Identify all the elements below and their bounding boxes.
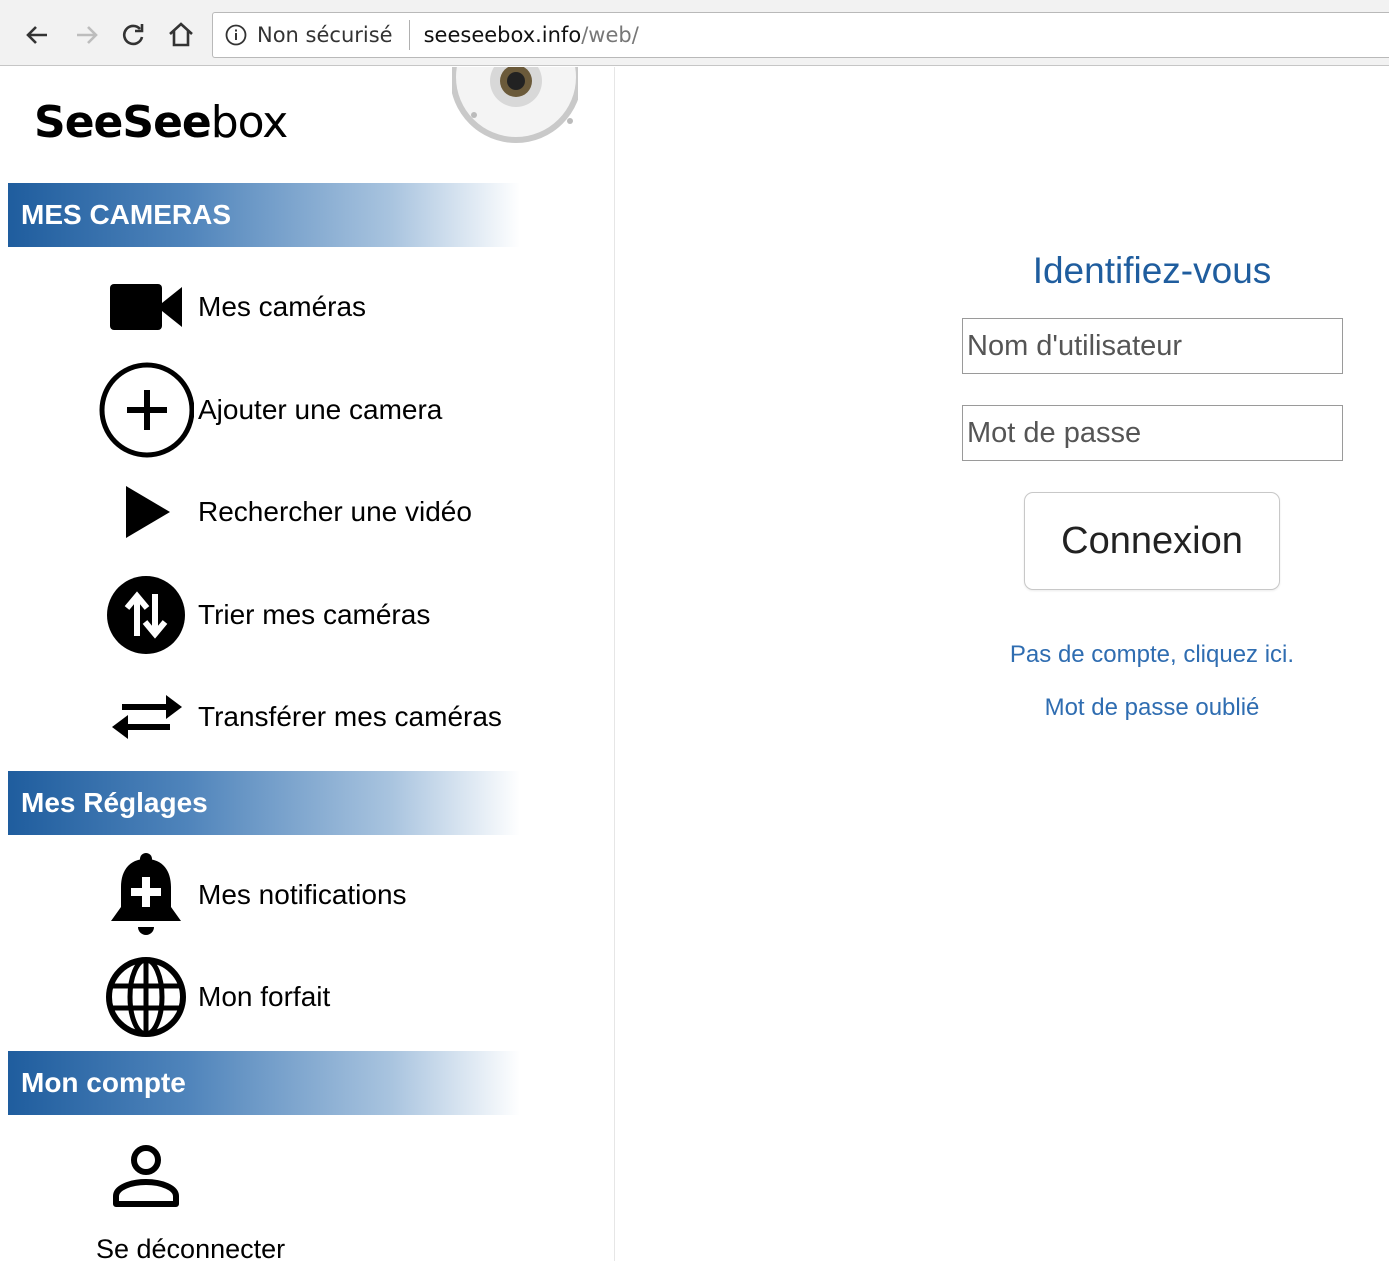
- bell-plus-icon: [96, 849, 196, 941]
- menu-label: Mon forfait: [198, 981, 331, 1012]
- section-header-compte: Mon compte: [8, 1051, 520, 1115]
- menu-item-rechercher-video[interactable]: Rechercher une vidéo: [96, 466, 596, 558]
- menu-label: Transférer mes caméras: [198, 701, 502, 732]
- transfer-icon: [96, 671, 196, 763]
- arrow-right-icon: [77, 26, 98, 44]
- menu-item-notifications[interactable]: Mes notifications: [96, 849, 596, 941]
- menu-label: Trier mes caméras: [198, 599, 431, 630]
- menu-label: Mes caméras: [198, 291, 367, 322]
- logo-text-bold: SeeSee: [34, 97, 212, 148]
- security-status: Non sécurisé: [257, 23, 393, 47]
- section-header-reglages: Mes Réglages: [8, 771, 520, 835]
- menu-item-ajouter-camera[interactable]: Ajouter une camera: [96, 362, 596, 458]
- address-divider: [408, 20, 410, 50]
- menu-label: Mes notifications: [198, 879, 407, 910]
- logout-label: Se déconnecter: [96, 1234, 286, 1264]
- add-circle-icon: [96, 362, 196, 458]
- reload-icon: [122, 24, 144, 46]
- menu-label: Rechercher une vidéo: [198, 496, 472, 527]
- browser-toolbar: Non sécurisé seeseebox.info/web/: [0, 0, 1389, 66]
- globe-icon: [96, 951, 196, 1043]
- brand-logo[interactable]: SeeSeebox: [34, 97, 289, 148]
- forward-button[interactable]: [70, 18, 104, 52]
- camera-lens-image: [452, 67, 578, 153]
- menu-item-transferer-cameras[interactable]: Transférer mes caméras: [96, 671, 596, 763]
- register-link[interactable]: Pas de compte, cliquez ici.: [955, 641, 1349, 669]
- username-field[interactable]: [962, 318, 1343, 374]
- reload-button[interactable]: [116, 18, 150, 52]
- sort-icon: [96, 569, 196, 661]
- logo-text-regular: box: [210, 97, 289, 148]
- menu-label: Ajouter une camera: [198, 394, 443, 425]
- login-panel: Identifiez-vous Connexion Pas de compte,…: [615, 67, 1389, 1261]
- arrow-left-icon: [26, 26, 47, 44]
- video-camera-icon: [96, 261, 196, 353]
- url-path: /web/: [581, 23, 639, 47]
- password-field[interactable]: [962, 405, 1343, 461]
- play-icon: [96, 466, 196, 558]
- login-button[interactable]: Connexion: [1024, 492, 1280, 590]
- forgot-password-link[interactable]: Mot de passe oublié: [955, 694, 1349, 722]
- menu-item-mes-cameras[interactable]: Mes caméras: [96, 261, 596, 353]
- back-button[interactable]: [20, 18, 54, 52]
- address-bar[interactable]: Non sécurisé seeseebox.info/web/: [212, 12, 1389, 58]
- home-icon: [169, 22, 193, 47]
- url-host: seeseebox.info: [423, 23, 582, 47]
- sidebar: SeeSeebox MES CAMERAS Mes caméras Ajoute…: [0, 67, 615, 1264]
- menu-item-mon-forfait[interactable]: Mon forfait: [96, 951, 596, 1043]
- info-icon[interactable]: [225, 24, 247, 46]
- user-icon: [113, 1145, 179, 1207]
- login-title: Identifiez-vous: [1032, 250, 1272, 291]
- section-header-cameras: MES CAMERAS: [8, 183, 520, 247]
- home-button[interactable]: [164, 18, 198, 52]
- menu-item-trier-cameras[interactable]: Trier mes caméras: [96, 569, 596, 661]
